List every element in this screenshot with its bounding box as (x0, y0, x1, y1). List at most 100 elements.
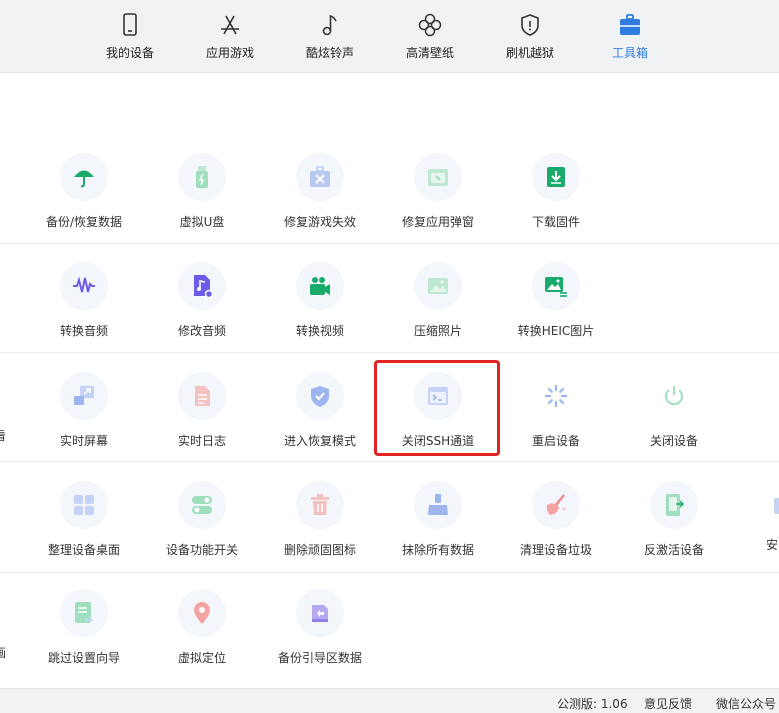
tool-icon-circle (296, 589, 344, 637)
toggle-switch-icon (192, 496, 212, 514)
tool-convert-audio[interactable]: 转换音频 (25, 262, 143, 362)
app-store-icon (221, 15, 239, 35)
tool-organize-desktop[interactable]: 整理设备桌面 (25, 481, 143, 581)
tab-apps-games[interactable]: 应用游戏 (180, 0, 280, 72)
tool-icon-circle (60, 262, 108, 310)
feedback-link[interactable]: 意见反馈 (644, 695, 692, 712)
tool-repair-popup[interactable]: 修复应用弹窗 (379, 153, 497, 253)
location-pin-icon (194, 602, 210, 624)
tool-deactivate-device[interactable]: 反激活设备 (615, 481, 733, 581)
tab-label: 酷炫铃声 (305, 46, 354, 60)
tool-icon-circle (296, 153, 344, 201)
tool-label: 转换HEIC图片 (517, 324, 595, 338)
tool-label: 下载固件 (531, 215, 580, 229)
cleanup-icon (546, 494, 566, 515)
tool-repair-game[interactable]: 修复游戏失效 (261, 153, 379, 253)
tool-compress-photo[interactable]: 压缩照片 (379, 262, 497, 362)
tool-icon-circle (532, 372, 580, 420)
wechat-link[interactable]: 微信公众号 (716, 695, 776, 712)
tool-convert-video[interactable]: 转换视频 (261, 262, 379, 362)
broom-icon (428, 494, 448, 515)
tool-delete-stubborn-icon[interactable]: 删除顽固图标 (261, 481, 379, 581)
tab-my-device[interactable]: 我的设备 (80, 0, 180, 72)
grid-apps-icon (74, 495, 94, 515)
partial-tool-label: 安 (766, 538, 779, 552)
tool-realtime-log[interactable]: 实时日志 (143, 372, 261, 472)
download-firmware-icon (547, 167, 565, 187)
tool-backup-boot-data[interactable]: 备份引导区数据 (261, 589, 379, 689)
tool-icon-circle (178, 153, 226, 201)
deactivate-device-icon (666, 494, 685, 516)
repair-popup-icon (428, 169, 448, 186)
tool-label: 修复应用弹窗 (401, 215, 474, 229)
tool-icon-circle (60, 372, 108, 420)
flower-icon (418, 13, 442, 37)
tool-icon-circle (60, 589, 108, 637)
tool-label: 删除顽固图标 (283, 543, 356, 557)
tool-icon-circle (650, 372, 698, 420)
tool-label: 清理设备垃圾 (519, 543, 592, 557)
tool-label: 进入恢复模式 (283, 434, 356, 448)
tool-icon-circle (414, 153, 462, 201)
tool-label: 修改音频 (177, 324, 226, 338)
partial-tool-label: 看 (0, 429, 7, 443)
tab-wallpapers[interactable]: 高清壁纸 (380, 0, 480, 72)
tab-toolbox[interactable]: 工具箱 (580, 0, 680, 72)
partial-tool-icon (774, 498, 779, 514)
tool-restart-device[interactable]: 重启设备 (497, 372, 615, 472)
tool-label: 整理设备桌面 (47, 543, 120, 557)
phone-icon (123, 13, 137, 36)
tab-label: 刷机越狱 (505, 46, 554, 60)
tool-label: 虚拟U盘 (179, 215, 225, 229)
heic-image-icon (545, 277, 567, 297)
tab-flash-jailbreak[interactable]: 刷机越狱 (480, 0, 580, 72)
tool-icon-circle (60, 481, 108, 529)
shield-icon (521, 14, 539, 36)
tool-icon-circle (532, 153, 580, 201)
tool-feature-switch[interactable]: 设备功能开关 (143, 481, 261, 581)
tool-clean-junk[interactable]: 清理设备垃圾 (497, 481, 615, 581)
tool-virtual-udisk[interactable]: 虚拟U盘 (143, 153, 261, 253)
tool-icon-circle (650, 481, 698, 529)
power-icon (665, 386, 683, 406)
tool-label: 实时日志 (177, 434, 226, 448)
tool-backup-restore[interactable]: 备份/恢复数据 (25, 153, 143, 253)
screen-mirror-icon (74, 386, 94, 405)
tool-label: 设备功能开关 (165, 543, 238, 557)
tool-label: 转换音频 (59, 324, 108, 338)
trash-icon (311, 494, 329, 515)
tool-icon-circle (178, 589, 226, 637)
tool-icon-circle (532, 481, 580, 529)
tool-icon-circle (296, 372, 344, 420)
tool-realtime-screen[interactable]: 实时屏幕 (25, 372, 143, 472)
tab-label: 高清壁纸 (405, 46, 454, 60)
tool-label: 反激活设备 (643, 543, 704, 557)
tool-icon-circle (296, 262, 344, 310)
video-camera-icon (310, 277, 330, 295)
tool-erase-all-data[interactable]: 抹除所有数据 (379, 481, 497, 581)
tool-icon-circle (414, 262, 462, 310)
audio-wave-icon (73, 276, 95, 293)
tool-icon-circle (296, 481, 344, 529)
tool-label: 转换视频 (295, 324, 344, 338)
tool-label: 抹除所有数据 (401, 543, 474, 557)
tool-label: 跳过设置向导 (47, 651, 120, 665)
tool-icon-circle (60, 153, 108, 201)
boot-backup-icon (312, 605, 328, 622)
tool-label: 重启设备 (531, 434, 580, 448)
tool-convert-heic[interactable]: 转换HEIC图片 (497, 262, 615, 362)
tool-icon-circle (178, 481, 226, 529)
tool-shutdown-device[interactable]: 关闭设备 (615, 372, 733, 472)
tool-virtual-location[interactable]: 虚拟定位 (143, 589, 261, 689)
tool-edit-audio[interactable]: 修改音频 (143, 262, 261, 362)
tab-ringtones[interactable]: 酷炫铃声 (280, 0, 380, 72)
tool-recovery-mode[interactable]: 进入恢复模式 (261, 372, 379, 472)
tool-icon-circle (414, 481, 462, 529)
tool-download-firmware[interactable]: 下载固件 (497, 153, 615, 253)
ssh-highlight-box (374, 360, 500, 456)
tool-icon-circle (532, 262, 580, 310)
tool-skip-setup[interactable]: 跳过设置向导 (25, 589, 143, 689)
shield-check-icon (311, 386, 329, 407)
tool-label: 备份/恢复数据 (45, 215, 123, 229)
tool-label: 备份引导区数据 (277, 651, 362, 665)
